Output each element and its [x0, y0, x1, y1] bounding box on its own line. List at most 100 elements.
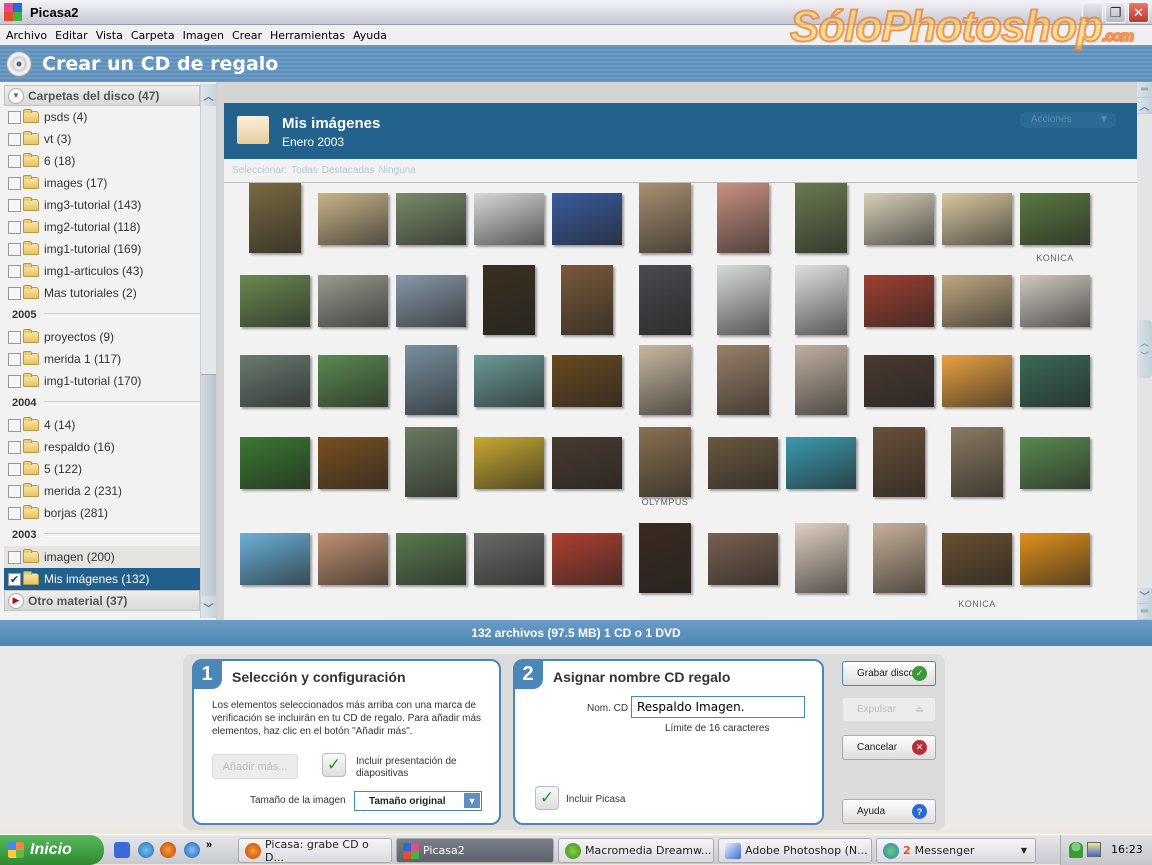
photo-thumbnail[interactable]	[639, 265, 691, 335]
photo-thumbnail[interactable]	[1020, 275, 1090, 327]
folder-checkbox[interactable]	[8, 506, 21, 520]
photo-thumbnail[interactable]	[561, 265, 613, 335]
cancel-button[interactable]: Cancelar ✕	[842, 735, 936, 760]
folder-list-item[interactable]: borjas (281)	[4, 502, 200, 524]
photo-thumbnail[interactable]	[708, 533, 778, 585]
photo-thumbnail[interactable]	[240, 355, 310, 407]
restore-button[interactable]: ❐	[1105, 2, 1126, 23]
photo-thumbnail[interactable]	[873, 427, 925, 497]
photo-thumbnail[interactable]	[717, 265, 769, 335]
task-picasa[interactable]: Picasa2	[396, 838, 554, 863]
folder-list-item[interactable]: proyectos (9)	[4, 326, 200, 348]
folder-list-item[interactable]: psds (4)	[4, 106, 200, 128]
task-messenger[interactable]: 2 Messenger ▼	[876, 838, 1036, 863]
photo-thumbnail[interactable]	[474, 193, 544, 245]
help-button[interactable]: Ayuda?	[842, 799, 936, 824]
menu-ayuda[interactable]: Ayuda	[349, 29, 391, 42]
photo-thumbnail[interactable]	[318, 193, 388, 245]
disk-folders-header[interactable]: ▼ Carpetas del disco (47)	[4, 85, 200, 106]
folder-list-item[interactable]: respaldo (16)	[4, 436, 200, 458]
photo-thumbnail[interactable]	[318, 437, 388, 489]
folder-checkbox[interactable]	[8, 154, 21, 168]
menu-archivo[interactable]: Archivo	[2, 29, 51, 42]
task-dreamweaver[interactable]: Macromedia Dreamw...	[558, 838, 714, 863]
include-picasa-checkbox[interactable]: ✓	[535, 786, 559, 810]
photo-thumbnail[interactable]	[474, 437, 544, 489]
gallery-scroll-thumb[interactable]: ︿ ﹀	[1137, 320, 1152, 378]
photo-thumbnail[interactable]	[318, 275, 388, 327]
folder-checkbox[interactable]	[8, 198, 21, 212]
menu-carpeta[interactable]: Carpeta	[127, 29, 179, 42]
menu-vista[interactable]: Vista	[92, 29, 127, 42]
minimize-button[interactable]: _	[1082, 2, 1103, 23]
menu-herramientas[interactable]: Herramientas	[266, 29, 349, 42]
folder-checkbox[interactable]	[8, 176, 21, 190]
folder-checkbox[interactable]	[8, 110, 21, 124]
photo-thumbnail[interactable]	[396, 533, 466, 585]
gallery-scrollbar[interactable]: ═ ︿ ︿ ﹀ ﹀ ═	[1137, 82, 1152, 620]
add-more-button[interactable]: Añadir más...	[212, 754, 298, 779]
folder-checkbox[interactable]	[8, 220, 21, 234]
menu-crear[interactable]: Crear	[228, 29, 266, 42]
photo-thumbnail[interactable]	[639, 523, 691, 593]
photo-thumbnail[interactable]	[1020, 193, 1090, 245]
folder-list-item[interactable]: 6 (18)	[4, 150, 200, 172]
folder-list-item[interactable]: ✔ Mis imágenes (132)	[4, 568, 200, 590]
folder-checkbox[interactable]	[8, 352, 21, 366]
folder-checkbox[interactable]	[8, 132, 21, 146]
photo-thumbnail[interactable]	[474, 355, 544, 407]
photo-thumbnail[interactable]	[786, 437, 856, 489]
menu-imagen[interactable]: Imagen	[179, 29, 228, 42]
folder-checkbox[interactable]	[8, 264, 21, 278]
task-firefox[interactable]: Picasa: grabe CD o D...	[238, 838, 392, 864]
folder-checkbox[interactable]	[8, 242, 21, 256]
scroll-down-icon[interactable]: ﹀	[201, 596, 216, 618]
photo-thumbnail[interactable]	[942, 275, 1012, 327]
folder-list-item[interactable]: img1-tutorial (170)	[4, 370, 200, 392]
photo-thumbnail[interactable]	[396, 193, 466, 245]
folder-list-item[interactable]: merida 2 (231)	[4, 480, 200, 502]
folder-checkbox[interactable]	[8, 484, 21, 498]
image-size-select[interactable]: Tamaño original ▼	[354, 791, 482, 811]
photo-thumbnail[interactable]	[405, 345, 457, 415]
outlook-quicklaunch-icon[interactable]	[114, 842, 130, 858]
photo-thumbnail[interactable]	[483, 265, 535, 335]
folder-list-item[interactable]: img3-tutorial (143)	[4, 194, 200, 216]
slideshow-checkbox[interactable]: ✓	[322, 753, 346, 777]
folder-list-item[interactable]: img1-articulos (43)	[4, 260, 200, 282]
folder-checkbox[interactable]	[8, 330, 21, 344]
sidebar-scrollbar[interactable]: ︿ ﹀	[200, 84, 216, 618]
ie-quicklaunch-icon[interactable]	[184, 842, 200, 858]
other-material-header[interactable]: ▶ Otro material (37)	[4, 590, 200, 611]
photo-thumbnail[interactable]	[864, 193, 934, 245]
photo-thumbnail[interactable]	[552, 437, 622, 489]
folder-checkbox[interactable]	[8, 374, 21, 388]
photo-thumbnail[interactable]	[951, 427, 1003, 497]
photo-thumbnail[interactable]	[249, 183, 301, 253]
folder-checkbox[interactable]	[8, 550, 21, 564]
photo-thumbnail[interactable]	[708, 437, 778, 489]
globe-quicklaunch-icon[interactable]	[138, 842, 154, 858]
photo-thumbnail[interactable]	[795, 523, 847, 593]
eject-button[interactable]: Expulsar ⏏	[842, 697, 936, 722]
photo-thumbnail[interactable]	[942, 533, 1012, 585]
scroll-up-icon[interactable]: ︿	[1137, 98, 1152, 114]
folder-checkbox[interactable]	[8, 440, 21, 454]
network-icon[interactable]	[1087, 842, 1101, 857]
photo-thumbnail[interactable]	[873, 523, 925, 593]
quicklaunch-more-icon[interactable]: »	[206, 839, 212, 851]
folder-list-item[interactable]: vt (3)	[4, 128, 200, 150]
photo-thumbnail[interactable]	[474, 533, 544, 585]
sidebar-scroll-thumb[interactable]	[201, 374, 216, 596]
photo-thumbnail[interactable]	[864, 275, 934, 327]
folder-list-item[interactable]: img2-tutorial (118)	[4, 216, 200, 238]
firefox-quicklaunch-icon[interactable]	[160, 842, 176, 858]
select-all-link[interactable]: Todas	[291, 165, 318, 176]
scroll-down-icon[interactable]: ﹀	[1137, 588, 1152, 604]
photo-thumbnail[interactable]	[396, 275, 466, 327]
folder-checkbox[interactable]	[8, 418, 21, 432]
photo-thumbnail[interactable]	[639, 427, 691, 497]
photo-thumbnail[interactable]	[795, 183, 847, 253]
photo-thumbnail[interactable]	[240, 533, 310, 585]
photo-thumbnail[interactable]	[318, 533, 388, 585]
